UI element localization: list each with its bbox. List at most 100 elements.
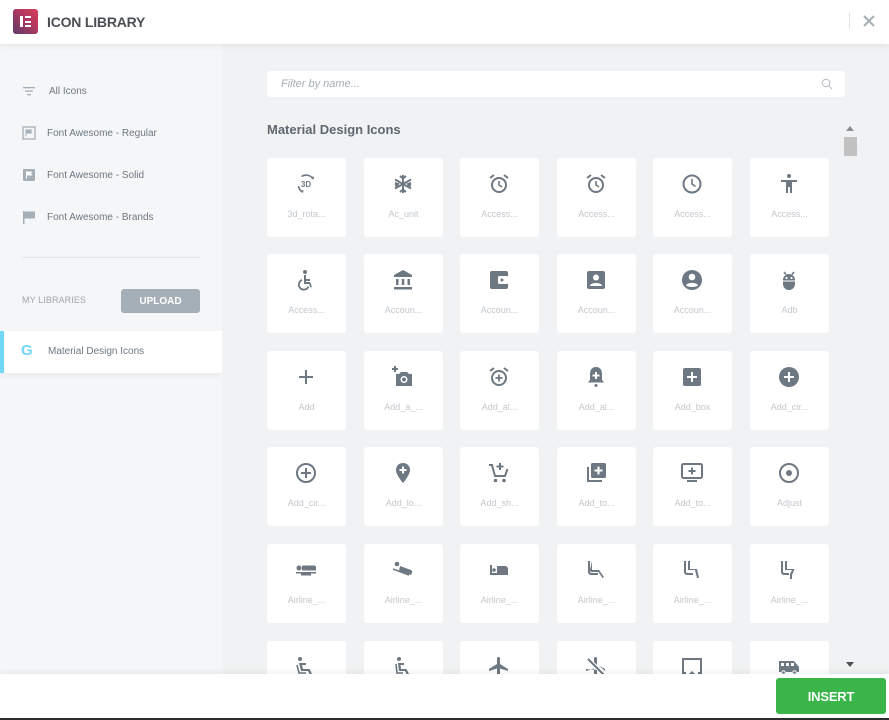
icon-name: 3d_rota...: [287, 209, 326, 219]
sidebar-item-material-design-icons[interactable]: G Material Design Icons: [0, 331, 222, 373]
icon-tile[interactable]: [267, 641, 346, 674]
icon-tile[interactable]: 3D 3d_rota...: [267, 158, 346, 237]
icon-tile[interactable]: Airline_...: [364, 544, 443, 623]
icon-name: Add_to...: [674, 498, 711, 508]
icon-tile[interactable]: Add_to...: [557, 447, 636, 526]
icon-tile[interactable]: Accoun...: [364, 254, 443, 333]
icon-name: Ac_unit: [388, 209, 419, 219]
icon-tile[interactable]: Add_cir...: [750, 351, 829, 430]
insert-button[interactable]: INSERT: [776, 678, 886, 714]
airline-seat-legroom-extra-icon: [588, 561, 604, 578]
icon-tile[interactable]: Adb: [750, 254, 829, 333]
icon-tile[interactable]: Accoun...: [557, 254, 636, 333]
sidebar-item-fa-regular[interactable]: Font Awesome - Regular: [0, 118, 222, 148]
accessible-icon: [297, 270, 312, 291]
icon-tile[interactable]: Access...: [557, 158, 636, 237]
icon-tile[interactable]: Access...: [267, 254, 346, 333]
icon-tile[interactable]: Airline_...: [267, 544, 346, 623]
icon-tile[interactable]: Airline_...: [460, 544, 539, 623]
icon-tile[interactable]: Add: [267, 351, 346, 430]
icon-name: Add_sh...: [480, 498, 519, 508]
airplanemode-active-icon: [489, 657, 508, 674]
modal-footer: INSERT: [0, 674, 889, 720]
icon-name: Accoun...: [673, 305, 712, 315]
flag-solid-icon: [23, 169, 35, 181]
icon-tile[interactable]: [364, 641, 443, 674]
scroll-down-arrow-icon[interactable]: [846, 662, 854, 667]
icon-name: Adb: [781, 305, 798, 315]
upload-button[interactable]: UPLOAD: [121, 289, 200, 313]
access-alarms-icon: [586, 174, 606, 193]
filter-lines-icon: [23, 87, 35, 96]
icon-tile[interactable]: Add_sh...: [460, 447, 539, 526]
filter-input[interactable]: [267, 71, 817, 97]
icon-tile[interactable]: [460, 641, 539, 674]
icon-tile[interactable]: Add_al...: [557, 351, 636, 430]
icon-tile[interactable]: [653, 641, 732, 674]
icon-name: Airline_...: [770, 595, 809, 605]
add-to-queue-icon: [681, 463, 703, 482]
icon-tile[interactable]: Ac_unit: [364, 158, 443, 237]
airline-seat-individual-suite-icon: [490, 565, 508, 575]
sidebar-item-all-icons[interactable]: All Icons: [0, 76, 222, 106]
access-alarm-icon: [489, 174, 509, 193]
icon-tile[interactable]: Access...: [750, 158, 829, 237]
icon-name: Airline_...: [384, 595, 423, 605]
account-circle-icon: [682, 270, 702, 290]
icon-name: Airline_...: [673, 595, 712, 605]
icon-tile[interactable]: Adjust: [750, 447, 829, 526]
icon-name: Accoun...: [577, 305, 616, 315]
icon-name: Add_al...: [481, 402, 518, 412]
icon-tile[interactable]: Add_box: [653, 351, 732, 430]
icon-name: Access...: [578, 209, 615, 219]
add-shopping-cart-icon: [489, 463, 509, 483]
icon-name: Add_cir...: [287, 498, 326, 508]
adjust-icon: [779, 463, 799, 483]
account-balance-icon: [394, 270, 412, 290]
add-alert-icon: [588, 367, 604, 387]
scroll-thumb[interactable]: [844, 137, 857, 156]
icon-tile[interactable]: Access...: [460, 158, 539, 237]
sidebar-item-fa-solid[interactable]: Font Awesome - Solid: [0, 160, 222, 190]
icon-tile[interactable]: Add_a_...: [364, 351, 443, 430]
icon-tile[interactable]: Airline_...: [750, 544, 829, 623]
icon-browser: Material Design Icons 3D 3d_rota... Ac_uni…: [222, 44, 889, 674]
icon-name: Add_to...: [578, 498, 615, 508]
add-location-icon: [396, 463, 410, 483]
icon-tile[interactable]: Accoun...: [653, 254, 732, 333]
search-icon[interactable]: [821, 78, 833, 90]
icon-tile[interactable]: Add_al...: [460, 351, 539, 430]
active-indicator: [0, 331, 4, 373]
header-divider: [849, 13, 850, 29]
icon-name: Accoun...: [384, 305, 423, 315]
icon-tile[interactable]: Accoun...: [460, 254, 539, 333]
sidebar-item-label: All Icons: [49, 85, 87, 97]
add-box-icon: [683, 368, 701, 386]
icon-tile[interactable]: Airline_...: [557, 544, 636, 623]
icon-tile[interactable]: Add_cir...: [267, 447, 346, 526]
airline-seat-recline-normal-icon: [395, 657, 409, 674]
icon-tile[interactable]: Add_to...: [653, 447, 732, 526]
airline-seat-legroom-reduced-icon: [781, 561, 795, 579]
icon-name: Accoun...: [480, 305, 519, 315]
icon-tile[interactable]: Access...: [653, 158, 732, 237]
icon-name: Access...: [771, 209, 808, 219]
airline-seat-legroom-normal-icon: [684, 561, 699, 578]
close-icon: [863, 15, 875, 27]
icon-tile[interactable]: [750, 641, 829, 674]
icon-tile[interactable]: [557, 641, 636, 674]
close-button[interactable]: [861, 13, 877, 29]
icon-tile[interactable]: Add_lo...: [364, 447, 443, 526]
add-icon: [299, 370, 313, 384]
scroll-up-arrow-icon[interactable]: [846, 126, 854, 131]
icon-tile[interactable]: Airline_...: [653, 544, 732, 623]
airline-seat-flat-angled-icon: [392, 561, 413, 576]
icon-name: Access...: [288, 305, 325, 315]
icon-name: Airline_...: [577, 595, 616, 605]
sidebar-item-fa-brands[interactable]: Font Awesome - Brands: [0, 202, 222, 232]
scrollbar[interactable]: [842, 124, 858, 672]
flag-regular-icon: [22, 126, 36, 140]
sidebar-divider: [22, 257, 200, 258]
access-time-icon: [682, 174, 702, 194]
sidebar-item-label: Font Awesome - Solid: [47, 169, 145, 181]
